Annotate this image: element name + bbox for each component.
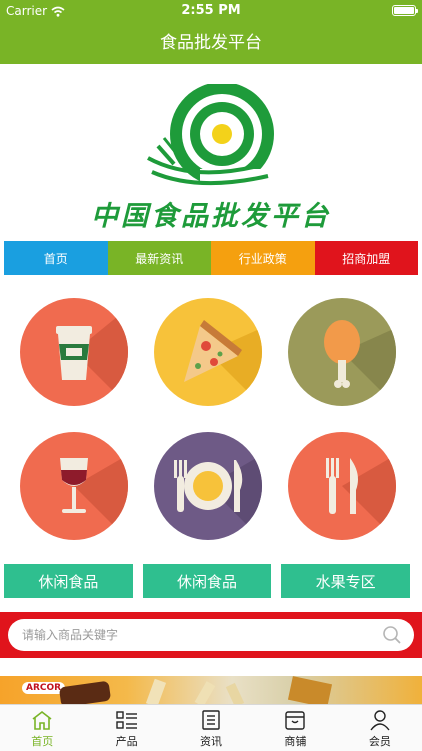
coffee-cup-icon <box>56 307 128 406</box>
category-chicken[interactable] <box>288 298 396 406</box>
battery-icon <box>392 5 418 16</box>
store-icon <box>285 711 306 730</box>
search-band <box>0 612 422 658</box>
link-snack-food-1[interactable]: 休闲食品 <box>4 564 133 598</box>
fork-knife-icon <box>326 454 396 540</box>
wine-glass-icon <box>60 454 128 540</box>
status-time: 2:55 PM <box>181 3 241 18</box>
tabbar-member[interactable]: 会员 <box>338 705 422 751</box>
pizza-slice-icon <box>184 320 262 406</box>
category-wine[interactable] <box>20 432 128 540</box>
logo-text: 中国食品批发平台 <box>91 201 331 232</box>
tabbar-news[interactable]: 资讯 <box>169 705 253 751</box>
category-dining[interactable] <box>154 432 262 540</box>
tab-latest-news[interactable]: 最新资讯 <box>107 241 211 275</box>
link-fruit-zone[interactable]: 水果专区 <box>281 564 411 598</box>
home-icon <box>32 710 52 730</box>
tabbar-news-label: 资讯 <box>200 735 223 748</box>
category-pizza[interactable] <box>154 298 262 406</box>
tabbar-store[interactable]: 商铺 <box>253 705 337 751</box>
status-bar: Carrier 2:55 PM <box>0 0 422 22</box>
category-tabs: 首页 最新资讯 行业政策 招商加盟 <box>4 241 418 275</box>
category-restaurant[interactable] <box>288 432 396 540</box>
quick-links: 休闲食品 休闲食品 水果专区 <box>4 564 411 598</box>
promo-banner[interactable]: ARCOR <box>0 676 422 704</box>
category-coffee[interactable] <box>20 298 128 406</box>
tab-home[interactable]: 首页 <box>4 241 108 275</box>
tabbar-products-label: 产品 <box>115 735 138 748</box>
tab-industry-policy[interactable]: 行业政策 <box>211 241 315 275</box>
platform-logo <box>147 84 280 194</box>
tabbar-home-label: 首页 <box>31 735 54 748</box>
banner-image <box>59 676 333 704</box>
chicken-leg-icon <box>324 320 396 406</box>
tabbar-products[interactable]: 产品 <box>84 705 168 751</box>
user-icon <box>370 710 390 731</box>
page-title: 食品批发平台 <box>160 33 262 53</box>
tabbar-member-label: 会员 <box>368 735 391 748</box>
app-header: Carrier 2:55 PM 食品批发平台 <box>0 0 422 64</box>
plate-fork-knife-icon <box>174 454 262 540</box>
search-input[interactable] <box>22 619 372 651</box>
list-icon <box>115 711 137 729</box>
tabbar-store-label: 商铺 <box>284 735 307 748</box>
link-snack-food-2[interactable]: 休闲食品 <box>142 564 272 598</box>
search-box <box>8 619 414 651</box>
bottom-tab-bar: 首页 产品 资讯 商铺 会员 <box>0 704 422 751</box>
logo-area: 中国食品批发平台 <box>0 64 422 240</box>
tab-franchise[interactable]: 招商加盟 <box>314 241 418 275</box>
tabbar-home[interactable]: 首页 <box>0 705 84 751</box>
news-icon <box>202 710 220 730</box>
search-icon[interactable] <box>382 625 402 645</box>
